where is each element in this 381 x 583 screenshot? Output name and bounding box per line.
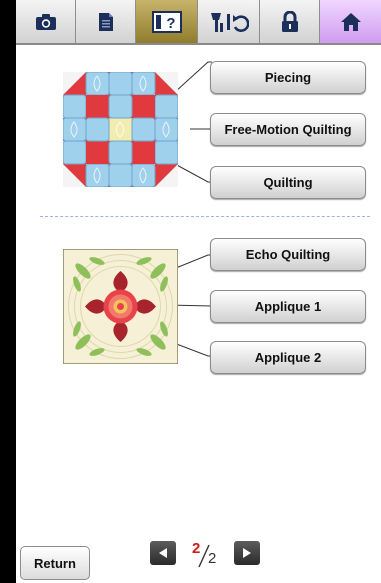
screen: ? Piecing Free-Motion Quilting Quilting … (16, 0, 381, 583)
page-total: 2 (208, 550, 217, 567)
triangle-right-icon (243, 548, 251, 558)
applique-2-button[interactable]: Applique 2 (210, 341, 366, 374)
prev-page-button[interactable] (150, 541, 176, 565)
piecing-quilt-block (63, 72, 178, 187)
applique-1-button[interactable]: Applique 1 (210, 290, 366, 323)
applique-quilt-block (63, 249, 178, 364)
piecing-button[interactable]: Piecing (210, 61, 366, 94)
triangle-left-icon (159, 548, 167, 558)
return-button[interactable]: Return (20, 546, 90, 580)
next-page-button[interactable] (234, 541, 260, 565)
section-divider (40, 216, 370, 217)
free-motion-quilting-button[interactable]: Free-Motion Quilting (210, 113, 366, 146)
quilting-button[interactable]: Quilting (210, 166, 366, 199)
echo-quilting-button[interactable]: Echo Quilting (210, 238, 366, 271)
page-indicator: 2 2 (184, 538, 224, 572)
